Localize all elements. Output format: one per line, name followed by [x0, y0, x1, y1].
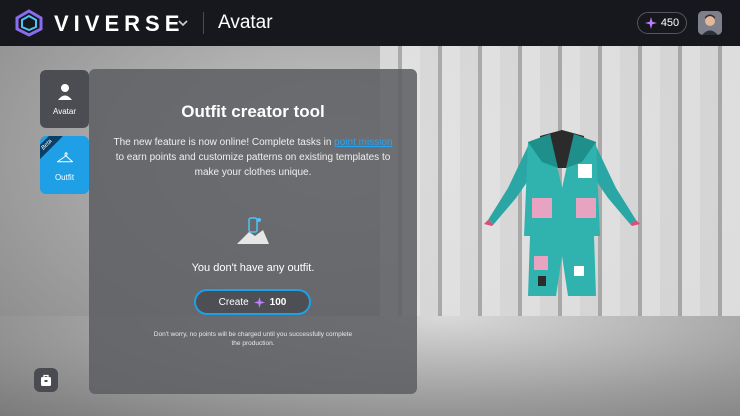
create-button-label: Create	[218, 296, 249, 308]
description-text: to earn points and customize patterns on…	[115, 152, 391, 178]
outfit-creator-panel: Outfit creator tool The new feature is n…	[89, 69, 417, 394]
sidebar-item-label: Outfit	[54, 172, 75, 182]
bag-icon	[41, 374, 51, 386]
point-mission-link[interactable]: point mission	[334, 137, 392, 148]
bag-button[interactable]	[34, 368, 58, 392]
sparkle-icon	[253, 296, 265, 308]
header-divider	[203, 12, 204, 34]
page-title: Avatar	[218, 12, 273, 33]
hanger-icon	[56, 151, 73, 162]
sidebar-item-label: Avatar	[53, 106, 76, 116]
viverse-logo-icon[interactable]	[14, 9, 44, 37]
sidebar-item-avatar[interactable]: Avatar	[40, 70, 89, 128]
user-avatar[interactable]	[698, 11, 722, 35]
outfit-model-preview	[484, 130, 640, 296]
chevron-down-icon[interactable]	[176, 16, 190, 30]
panel-title: Outfit creator tool	[181, 102, 325, 121]
panel-description: The new feature is now online! Complete …	[109, 135, 397, 180]
points-footnote: Don't worry, no points will be charged u…	[153, 331, 353, 347]
person-icon	[57, 83, 72, 100]
brand-name[interactable]: VIVERSE	[54, 11, 184, 37]
create-outfit-button[interactable]: Create 100	[194, 289, 311, 315]
create-cost: 100	[269, 296, 287, 308]
points-balance[interactable]: 450	[637, 12, 687, 34]
empty-outfit-icon	[237, 217, 269, 244]
description-text: The new feature is now online! Complete …	[113, 137, 335, 148]
top-bar: VIVERSE Avatar 450	[0, 0, 740, 46]
sidebar-item-outfit[interactable]: Beta Outfit	[40, 136, 89, 194]
empty-state-text: You don't have any outfit.	[191, 262, 315, 274]
points-value: 450	[660, 17, 680, 29]
sparkle-icon	[644, 17, 657, 29]
